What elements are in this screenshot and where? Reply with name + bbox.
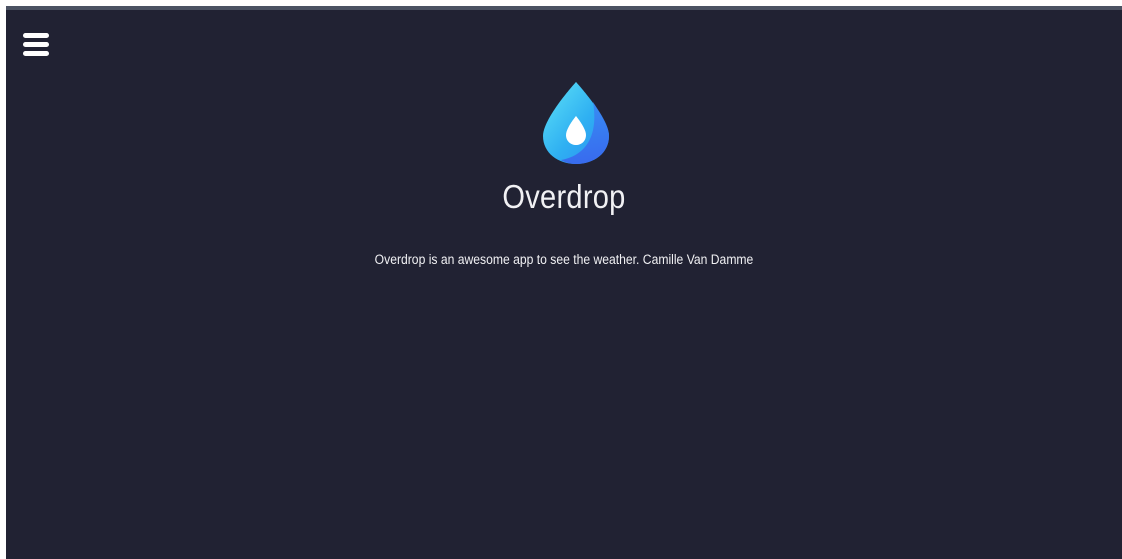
hamburger-menu-button[interactable] bbox=[20, 32, 50, 60]
app-description: Overdrop is an awesome app to see the we… bbox=[374, 252, 754, 267]
app-title: Overdrop bbox=[502, 178, 626, 215]
hamburger-menu-icon-bar bbox=[23, 51, 49, 56]
hamburger-menu-icon bbox=[23, 33, 49, 38]
water-drop-icon bbox=[543, 82, 609, 164]
hamburger-menu-icon-bar bbox=[23, 42, 49, 47]
app-window: Overdrop Overdrop is an awesome app to s… bbox=[6, 10, 1122, 559]
